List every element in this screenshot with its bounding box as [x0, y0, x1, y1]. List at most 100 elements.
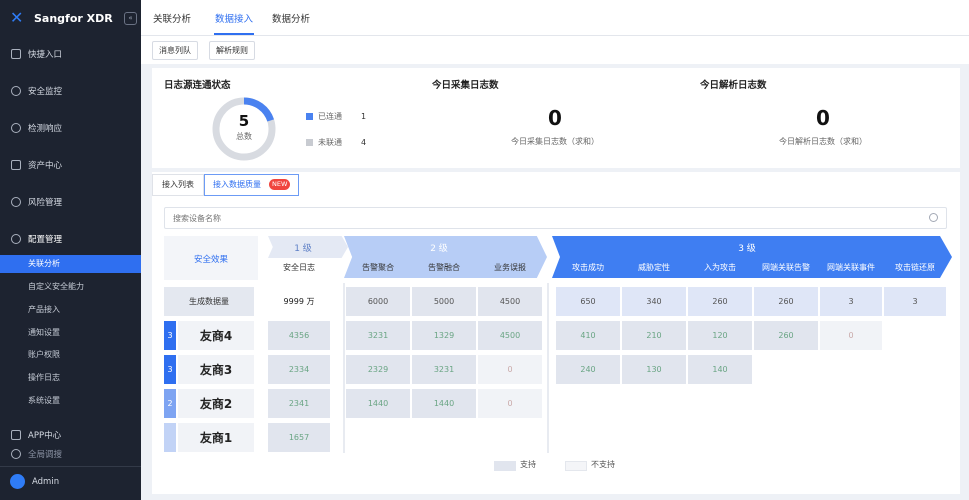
- sidebar-subitem-system-settings[interactable]: 系统设置: [0, 392, 141, 410]
- sangfor-logo-icon: ✕: [10, 8, 24, 27]
- table-cell: 1440: [346, 389, 410, 418]
- search-icon: [11, 449, 21, 459]
- tab-data-analysis[interactable]: 数据分析: [272, 11, 310, 25]
- sidebar-subitem-account-permission[interactable]: 账户权限: [0, 346, 141, 364]
- entry-icon: [11, 49, 21, 59]
- app-name: Sangfor XDR: [34, 11, 113, 25]
- group-separator-1: [343, 283, 345, 453]
- col-header-alert-fusion: 告警融合: [428, 263, 460, 272]
- avatar: [10, 474, 25, 489]
- gen-value-intrusion-attack: 260: [688, 287, 752, 316]
- effect-label: 安全效果: [193, 255, 228, 265]
- col-header-threat-qualification: 威胁定性: [638, 263, 670, 272]
- legend-connected: 已连通 1: [306, 111, 366, 122]
- table-cell: 0: [478, 355, 542, 384]
- sidebar-item-global-search[interactable]: 全局调搜: [0, 445, 141, 463]
- gen-value-attack-success: 650: [556, 287, 620, 316]
- col-header-security-log: 安全日志: [283, 263, 315, 272]
- group-separator-2: [547, 283, 549, 453]
- gen-volume-label: 生成数据量: [164, 287, 254, 316]
- sidebar-divider: [0, 466, 141, 467]
- vendor-name: 友商4: [178, 321, 254, 350]
- sidebar-item-risk-management[interactable]: 风险管理: [0, 193, 141, 211]
- table-cell: 1440: [412, 389, 476, 418]
- collapse-sidebar-icon[interactable]: «: [124, 12, 137, 25]
- level3-label: 3 级: [738, 244, 756, 254]
- table-cell: 1657: [268, 423, 330, 452]
- col-header-net-endpoint-event: 网端关联事件: [827, 263, 875, 272]
- sidebar-item-detect-respond[interactable]: 检测响应: [0, 119, 141, 137]
- col-header-intrusion-attack: 入为攻击: [704, 263, 736, 272]
- parsed-value: 0: [816, 106, 830, 130]
- status-total: 5: [238, 112, 250, 130]
- vendor-name: 友商3: [178, 355, 254, 384]
- parse-rules-button[interactable]: 解析规则: [209, 41, 255, 60]
- collected-label: 今日采集日志数（求和）: [511, 137, 599, 146]
- sidebar-item-quick-entry[interactable]: 快捷入口: [0, 45, 141, 63]
- tab-data-access[interactable]: 数据接入: [215, 11, 253, 25]
- sidebar-subitem-custom-capability[interactable]: 自定义安全能力: [0, 278, 141, 296]
- status-title: 日志源连通状态: [164, 80, 231, 91]
- table-cell: 1329: [412, 321, 476, 350]
- not-support-swatch: [565, 461, 587, 471]
- table-cell: 3231: [346, 321, 410, 350]
- new-badge: NEW: [269, 179, 291, 190]
- device-search-input[interactable]: [173, 211, 873, 225]
- parsed-title: 今日解析日志数: [700, 80, 767, 91]
- table-cell: 3231: [412, 355, 476, 384]
- table-cell: 2329: [346, 355, 410, 384]
- collected-title: 今日采集日志数: [432, 80, 499, 91]
- level1-label: 1 级: [294, 244, 312, 254]
- sidebar-subitem-operation-log[interactable]: 操作日志: [0, 369, 141, 387]
- rank-badge: 2: [164, 389, 176, 418]
- sidebar-subitem-correlation-analysis[interactable]: 关联分析: [0, 255, 141, 273]
- message-queue-button[interactable]: 消息列队: [152, 41, 198, 60]
- vendor-name: 友商2: [178, 389, 254, 418]
- stats-card: 日志源连通状态 5 总数 已连通 1 未联通 4 今日采集日志数 0 今日采集日志数…: [152, 68, 960, 168]
- level2-label: 2 级: [430, 244, 448, 254]
- table-cell: 4500: [478, 321, 542, 350]
- tab-access-list[interactable]: 接入列表: [152, 174, 204, 196]
- tab-data-quality[interactable]: 接入数据质量 NEW: [204, 174, 299, 196]
- device-search-field[interactable]: [164, 207, 947, 229]
- search-icon[interactable]: [929, 213, 938, 222]
- rank-badge: [164, 423, 176, 452]
- legend-support: 支持: [520, 460, 536, 469]
- collected-value: 0: [548, 106, 562, 130]
- top-tab-bar: 关联分析 数据接入 数据分析: [141, 0, 969, 36]
- sidebar-subitem-notification[interactable]: 通知设置: [0, 324, 141, 342]
- sidebar-item-security-monitor[interactable]: 安全监控: [0, 82, 141, 100]
- sidebar: ✕ Sangfor XDR « 快捷入口 安全监控 检测响应 资产中心 风险管理…: [0, 0, 141, 500]
- sidebar-item-app-center[interactable]: APP中心: [0, 426, 141, 444]
- sidebar-subitem-product-access[interactable]: 产品接入: [0, 301, 141, 319]
- sub-tab-bar: 消息列队 解析规则: [141, 36, 969, 64]
- app-logo[interactable]: ✕ Sangfor XDR: [10, 8, 113, 27]
- status-total-label: 总数: [236, 132, 252, 141]
- table-cell: 0: [478, 389, 542, 418]
- gen-value-threat-qualification: 340: [622, 287, 686, 316]
- tab-correlation-analysis[interactable]: 关联分析: [153, 11, 191, 25]
- table-cell: 130: [622, 355, 686, 384]
- gear-icon: [11, 234, 21, 244]
- rank-badge: 3: [164, 321, 176, 350]
- connected-swatch: [306, 113, 313, 120]
- monitor-icon: [11, 86, 21, 96]
- table-cell: 2334: [268, 355, 330, 384]
- table-cell: 0: [820, 321, 882, 350]
- user-menu[interactable]: Admin: [10, 474, 59, 489]
- col-header-business-false-positive: 业务误报: [494, 263, 526, 272]
- col-header-attack-chain: 攻击链还原: [895, 263, 935, 272]
- table-cell: 120: [688, 321, 752, 350]
- gen-value-alert-aggregation: 6000: [346, 287, 410, 316]
- detect-icon: [11, 123, 21, 133]
- vendor-name: 友商1: [178, 423, 254, 452]
- app-grid-icon: [11, 430, 21, 440]
- support-swatch: [494, 461, 516, 471]
- gen-value-net-endpoint-event: 3: [820, 287, 882, 316]
- table-cell: 4356: [268, 321, 330, 350]
- asset-icon: [11, 160, 21, 170]
- sidebar-item-config-management[interactable]: 配置管理: [0, 230, 141, 248]
- active-tab-indicator: [214, 33, 254, 35]
- sidebar-item-asset-center[interactable]: 资产中心: [0, 156, 141, 174]
- legend-not-support: 不支持: [591, 460, 615, 469]
